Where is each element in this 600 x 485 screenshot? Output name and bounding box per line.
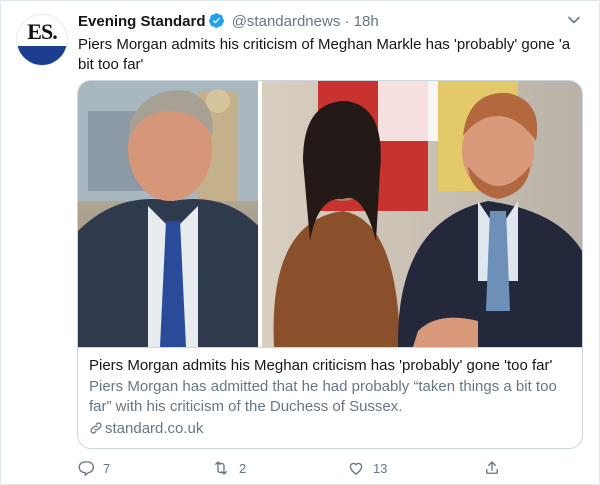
separator-dot: · [344,13,350,30]
card-domain-text: standard.co.uk [105,420,204,437]
share-button[interactable] [483,459,501,479]
reply-button[interactable]: 7 [77,459,110,479]
avatar[interactable]: ES. [16,14,68,66]
retweet-icon [215,461,227,475]
author-handle[interactable]: @standardnews [232,13,341,30]
like-button[interactable]: 13 [347,459,387,479]
reply-icon [78,461,95,477]
card-description: Piers Morgan has admitted that he had pr… [89,378,557,415]
verified-badge-icon [208,12,225,33]
share-icon [486,461,498,474]
link-preview-card[interactable]: Piers Morgan admits his Meghan criticism… [77,80,583,449]
tweet-container[interactable]: ES. Evening Standard @standardnews · 18h… [0,0,600,485]
reply-count: 7 [103,461,111,476]
avatar-band [17,46,67,65]
heart-icon [349,462,363,475]
tweet-actions: 7 2 13 [77,459,517,479]
link-icon [90,422,102,434]
tweet-text: Piers Morgan admits his criticism of Meg… [78,36,571,73]
timestamp[interactable]: 18h [354,13,379,30]
card-image[interactable] [78,81,582,347]
card-body[interactable]: Piers Morgan admits his Meghan criticism… [78,347,582,448]
card-title[interactable]: Piers Morgan admits his Meghan criticism… [89,356,571,376]
retweet-button[interactable]: 2 [211,459,246,479]
author-name[interactable]: Evening Standard [78,13,206,30]
more-options-chevron-icon[interactable] [567,13,581,32]
like-count: 13 [373,461,388,476]
tweet-header: Evening Standard @standardnews · 18h [78,12,579,32]
avatar-logo-text: ES. [27,19,57,44]
card-domain[interactable]: standard.co.uk [89,419,571,439]
retweet-count: 2 [239,461,247,476]
